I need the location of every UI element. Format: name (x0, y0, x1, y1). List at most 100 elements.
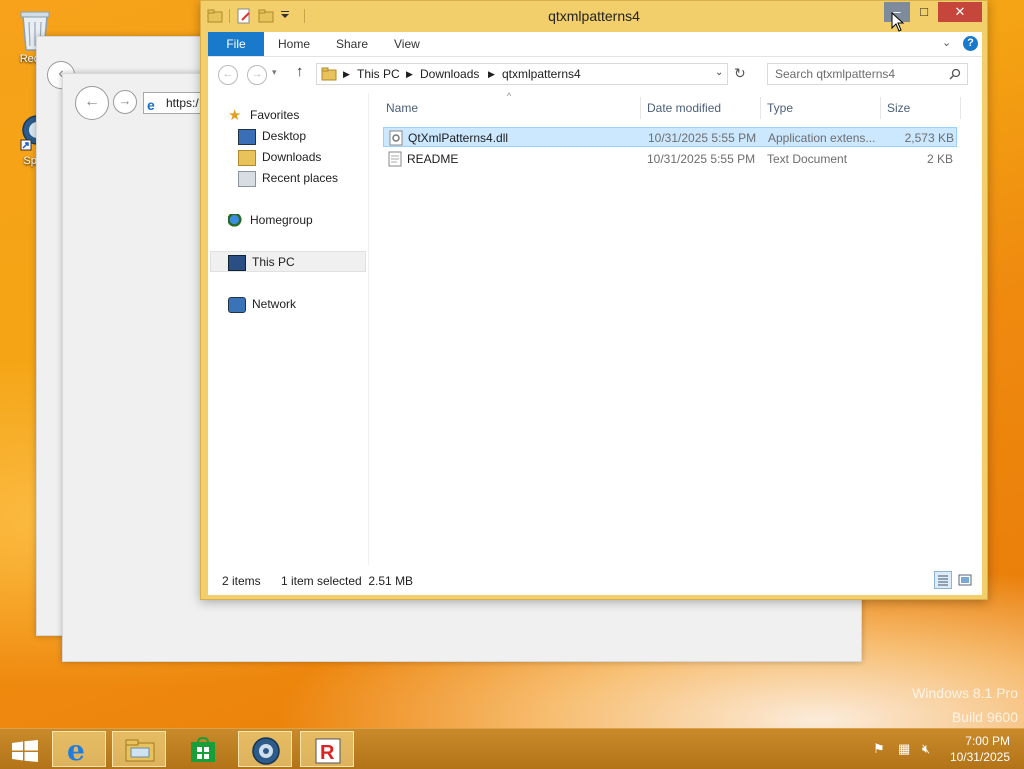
column-separator[interactable] (760, 97, 761, 119)
file-row[interactable]: README 10/31/2025 5:55 PM Text Document … (383, 149, 957, 169)
file-row[interactable]: QtXmlPatterns4.dll 10/31/2025 5:55 PM Ap… (383, 127, 957, 147)
action-center-flag-icon[interactable]: ⚑ (873, 741, 885, 757)
nav-network[interactable]: Network (228, 294, 296, 314)
homegroup-icon (228, 213, 244, 228)
volume-muted-icon[interactable]: 🔇︎ (922, 741, 930, 757)
column-separator[interactable] (880, 97, 881, 119)
nav-thispc-label: This PC (252, 255, 295, 269)
address-text: https:/ (166, 96, 199, 110)
back-arrow-icon[interactable]: ← (75, 86, 109, 120)
address-dropdown-icon[interactable]: ⌄ (715, 67, 723, 78)
nav-downloads[interactable]: Downloads (238, 147, 321, 167)
file-date: 10/31/2025 5:55 PM (647, 152, 756, 166)
os-watermark-build: Build 9600 (951, 709, 1018, 725)
taskbar-file-explorer[interactable] (112, 731, 166, 767)
file-explorer-icon (125, 739, 155, 762)
file-name: README (407, 152, 459, 166)
downloads-folder-icon (238, 149, 256, 166)
nav-homegroup[interactable]: Homegroup (228, 210, 313, 230)
forward-arrow-icon[interactable]: → (113, 90, 137, 114)
navigation-pane: ★ Favorites Desktop Downloads Recent plac… (208, 93, 369, 565)
globe-app-icon (252, 737, 280, 765)
search-box[interactable]: Search qtxmlpatterns4 (767, 63, 968, 85)
up-button[interactable]: ↑ (296, 63, 304, 80)
column-separator[interactable] (960, 97, 961, 119)
breadcrumb-chevron-icon: ▶ (343, 69, 350, 79)
sort-arrow-icon: ^ (507, 91, 512, 101)
column-header-date[interactable]: Date modified (647, 101, 721, 115)
os-watermark-title: Windows 8.1 Pro (912, 685, 1018, 701)
taskbar: e R ⚑ ▦ 🔇︎ 7:00 PM 10/31/2025 (0, 728, 1024, 769)
network-icon (228, 296, 246, 313)
system-clock[interactable]: 7:00 PM 10/31/2025 (950, 733, 1010, 765)
search-icon[interactable] (949, 68, 961, 80)
file-name: QtXmlPatterns4.dll (408, 131, 509, 145)
nav-favorites-label: Favorites (250, 108, 300, 122)
nav-favorites[interactable]: ★ Favorites (228, 105, 299, 125)
large-icons-view-icon (958, 574, 972, 586)
tab-file[interactable]: File (208, 32, 264, 56)
column-header-type[interactable]: Type (767, 101, 793, 115)
file-size: 2,573 KB (904, 131, 954, 145)
item-count: 2 items (222, 574, 261, 588)
tab-share[interactable]: Share (336, 32, 368, 56)
ie-page-icon: e (147, 97, 155, 113)
details-view-button[interactable] (934, 571, 952, 589)
help-icon[interactable]: ? (963, 36, 978, 51)
start-button[interactable] (0, 731, 50, 767)
refresh-icon[interactable]: ↻ (734, 65, 746, 82)
forward-button[interactable]: → (247, 65, 267, 85)
title-bar[interactable]: qtxmlpatterns4 – □ ✕ (201, 1, 987, 32)
breadcrumb-qtxmlpatterns4[interactable]: qtxmlpatterns4 (502, 67, 581, 81)
ribbon-expand-icon[interactable]: ⌄ (942, 36, 951, 49)
maximize-button[interactable]: □ (911, 2, 937, 22)
nav-homegroup-label: Homegroup (250, 213, 313, 227)
breadcrumb-downloads[interactable]: Downloads (420, 67, 479, 81)
status-bar: 2 items 1 item selected 2.51 MB (208, 565, 982, 595)
column-header-size[interactable]: Size (887, 101, 910, 115)
file-size: 2 KB (926, 152, 953, 166)
search-placeholder: Search qtxmlpatterns4 (775, 67, 896, 81)
back-button[interactable]: ← (218, 65, 238, 85)
breadcrumb-chevron-icon: ▶ (488, 69, 495, 79)
nav-desktop-label: Desktop (262, 129, 307, 143)
store-icon (191, 737, 215, 762)
selection-info: 1 item selected 2.51 MB (281, 574, 414, 588)
window-title: qtxmlpatterns4 (548, 8, 640, 24)
close-button[interactable]: ✕ (938, 2, 982, 22)
file-type: Text Document (767, 152, 848, 166)
mouse-cursor-icon (891, 12, 905, 32)
taskbar-app[interactable] (238, 731, 292, 767)
nav-recent-places[interactable]: Recent places (238, 168, 338, 188)
file-type: Application extens... (768, 131, 876, 145)
column-separator[interactable] (640, 97, 641, 119)
breadcrumb-chevron-icon: ▶ (406, 69, 413, 79)
maximize-icon: □ (920, 4, 928, 19)
breadcrumb-this-pc[interactable]: This PC (357, 67, 400, 81)
tab-home[interactable]: Home (278, 32, 310, 56)
recent-locations-icon[interactable]: ▾ (272, 67, 277, 78)
internet-explorer-icon: e (67, 734, 85, 767)
nav-desktop[interactable]: Desktop (238, 126, 306, 146)
roblox-icon: R (315, 738, 341, 764)
nav-this-pc[interactable]: This PC (228, 252, 295, 272)
file-explorer-window[interactable]: qtxmlpatterns4 – □ ✕ File Home Share Vie… (200, 0, 988, 600)
details-view-icon (938, 575, 948, 586)
computer-icon (228, 254, 246, 271)
folder-icon (321, 67, 337, 81)
column-header-name[interactable]: Name (386, 101, 418, 115)
svg-text:R: R (320, 742, 335, 764)
taskbar-store[interactable] (176, 731, 230, 767)
close-icon: ✕ (954, 4, 966, 19)
network-tray-icon[interactable]: ▦ (898, 741, 910, 757)
desktop: Recyc Sper Windows 8.1 Pro Build 9600 ‹ … (0, 0, 1024, 728)
tab-view[interactable]: View (394, 32, 420, 56)
text-file-icon (388, 151, 402, 167)
dll-file-icon (389, 130, 403, 146)
taskbar-roblox[interactable]: R (300, 731, 354, 767)
large-icons-view-button[interactable] (957, 572, 973, 588)
taskbar-internet-explorer[interactable]: e (52, 731, 106, 767)
clock-date: 10/31/2025 (949, 750, 1010, 764)
windows-logo-icon (12, 740, 38, 762)
address-breadcrumb[interactable]: ▶ This PC ▶ Downloads ▶ qtxmlpatterns4 ⌄ (316, 63, 728, 85)
